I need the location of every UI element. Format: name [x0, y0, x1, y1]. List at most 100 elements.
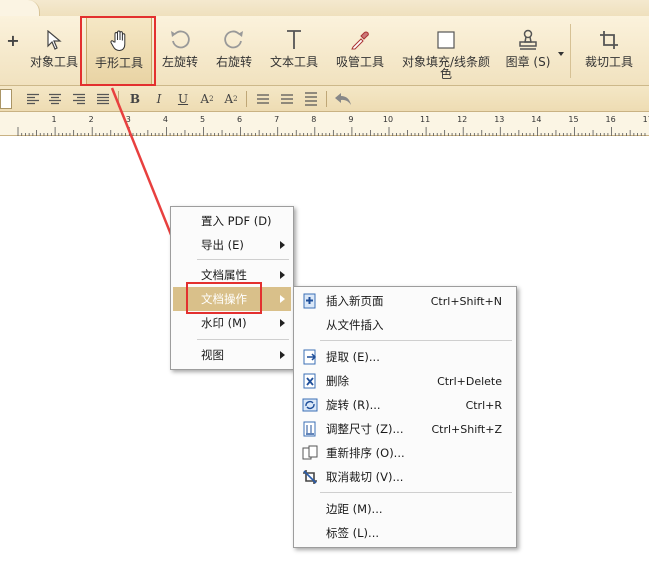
rotate-left-label: 左旋转 [161, 55, 198, 69]
plus-button[interactable]: + [2, 16, 24, 86]
justify-button[interactable] [94, 90, 112, 108]
ribbon-separator [570, 24, 571, 78]
submenu-arrow-icon [280, 295, 285, 303]
subscript-letter: A [224, 92, 234, 106]
list-style-3-button[interactable] [302, 90, 320, 108]
align-right-button[interactable] [70, 90, 88, 108]
align-left-button[interactable] [24, 90, 42, 108]
menu-item-watermark[interactable]: 水印 (M) [173, 311, 291, 335]
object-tool-button[interactable]: 对象工具 [24, 16, 84, 86]
submenu-item-uncrop[interactable]: 取消裁切 (V)... [296, 465, 514, 489]
plus-icon: + [6, 30, 20, 50]
superscript-button[interactable]: A2 [198, 90, 216, 108]
shortcut-label: Ctrl+Delete [437, 374, 502, 388]
submenu-item-insert-from-file[interactable]: 从文件插入 [296, 313, 514, 337]
menu-separator [320, 340, 512, 341]
submenu-item-delete[interactable]: 删除 Ctrl+Delete [296, 369, 514, 393]
uncrop-icon [302, 469, 318, 485]
align-center-button[interactable] [46, 90, 64, 108]
ruler-label: 8 [311, 115, 316, 124]
undo-button[interactable] [334, 90, 352, 108]
ruler-label: 4 [163, 115, 168, 124]
shortcut-label: Ctrl+Shift+N [430, 294, 502, 308]
reorder-pages-icon [302, 445, 318, 461]
submenu-item-label: 取消裁切 (V)... [326, 470, 404, 484]
menu-item-label: 文档属性 [201, 268, 247, 282]
menu-item-export[interactable]: 导出 (E) [173, 233, 291, 257]
font-size-dropdown[interactable] [0, 89, 12, 109]
eyedropper-tool-label: 吸管工具 [335, 55, 384, 69]
rotate-right-icon [222, 28, 246, 52]
eyedropper-icon [348, 28, 372, 52]
menu-item-view[interactable]: 视图 [173, 343, 291, 367]
menu-separator [197, 339, 289, 340]
eyedropper-tool-button[interactable]: 吸管工具 [330, 16, 390, 86]
format-separator [326, 91, 327, 107]
submenu-item-label: 重新排序 (O)... [326, 446, 405, 460]
submenu-item-reorder[interactable]: 重新排序 (O)... [296, 441, 514, 465]
text-tool-label: 文本工具 [269, 55, 318, 69]
arrow-cursor-icon [42, 28, 66, 52]
fill-color-button[interactable]: 对象填充/线条颜色 [398, 16, 494, 86]
rotate-left-icon [168, 28, 192, 52]
bold-button[interactable]: B [126, 90, 144, 108]
crop-icon [597, 28, 621, 52]
menu-item-label: 视图 [201, 348, 224, 362]
submenu-arrow-icon [280, 319, 285, 327]
ruler-label: 2 [89, 115, 94, 124]
submenu-item-extract[interactable]: 提取 (E)... [296, 345, 514, 369]
list-style-1-button[interactable] [254, 90, 272, 108]
crop-tool-button[interactable]: 裁切工具 [578, 16, 640, 86]
align-left-icon [27, 93, 39, 105]
text-tool-button[interactable]: 文本工具 [264, 16, 324, 86]
superscript-letter: A [200, 92, 210, 106]
submenu-item-label: 旋转 (R)... [326, 398, 381, 412]
menu-item-label: 水印 (M) [201, 316, 247, 330]
ruler-label: 17 [643, 115, 649, 124]
justify-icon [97, 93, 109, 105]
ruler-label: 9 [348, 115, 353, 124]
format-separator [118, 91, 119, 107]
submenu-item-rotate[interactable]: 旋转 (R)... Ctrl+R [296, 393, 514, 417]
submenu-item-label: 插入新页面 [326, 294, 384, 308]
subscript-exponent: 2 [233, 95, 238, 103]
italic-button[interactable]: I [150, 90, 168, 108]
stamp-icon [516, 28, 540, 52]
ruler-label: 15 [568, 115, 578, 124]
superscript-exponent: 2 [209, 95, 214, 103]
horizontal-ruler[interactable]: 1234567891011121314151617 [0, 112, 649, 136]
submenu-item-insert-new-page[interactable]: 插入新页面 Ctrl+Shift+N [296, 289, 514, 313]
ruler-label: 7 [274, 115, 279, 124]
stamp-tool-label: 图章 (S) [505, 55, 551, 69]
subscript-button[interactable]: A2 [222, 90, 240, 108]
submenu-item-margins[interactable]: 边距 (M)... [296, 497, 514, 521]
ruler-ticks: 1234567891011121314151617 [17, 115, 649, 136]
list-style-2-button[interactable] [278, 90, 296, 108]
ruler-label: 3 [126, 115, 131, 124]
stamp-dropdown-arrow[interactable] [558, 52, 564, 56]
delete-page-icon [302, 373, 318, 389]
menu-separator [320, 492, 512, 493]
shortcut-label: Ctrl+Shift+Z [431, 422, 502, 436]
rotate-left-button[interactable]: 左旋转 [154, 16, 206, 86]
align-center-icon [49, 93, 61, 105]
hand-tool-highlight [80, 16, 156, 86]
stamp-tool-button[interactable]: 图章 (S) [500, 16, 556, 86]
submenu-item-labels[interactable]: 标签 (L)... [296, 521, 514, 545]
menu-item-place-pdf[interactable]: 置入 PDF (D) [173, 209, 291, 233]
submenu-item-label: 标签 (L)... [326, 526, 380, 540]
submenu-item-label: 删除 [326, 374, 349, 388]
rotate-page-icon [302, 397, 318, 413]
app-window: + 对象工具 手形工具 左旋转 右旋转 文本工具 吸管工具 对象填充/线条颜色 … [0, 0, 649, 578]
rotate-right-button[interactable]: 右旋转 [208, 16, 260, 86]
submenu-arrow-icon [280, 271, 285, 279]
underline-button[interactable]: U [174, 90, 192, 108]
ruler-label: 1 [52, 115, 57, 124]
submenu-item-label: 调整尺寸 (Z)... [326, 422, 404, 436]
submenu-item-resize[interactable]: 调整尺寸 (Z)... Ctrl+Shift+Z [296, 417, 514, 441]
title-tab[interactable] [0, 0, 40, 16]
rotate-right-label: 右旋转 [215, 55, 252, 69]
ruler-label: 14 [531, 115, 541, 124]
ruler-label: 10 [383, 115, 393, 124]
ruler-label: 5 [200, 115, 205, 124]
